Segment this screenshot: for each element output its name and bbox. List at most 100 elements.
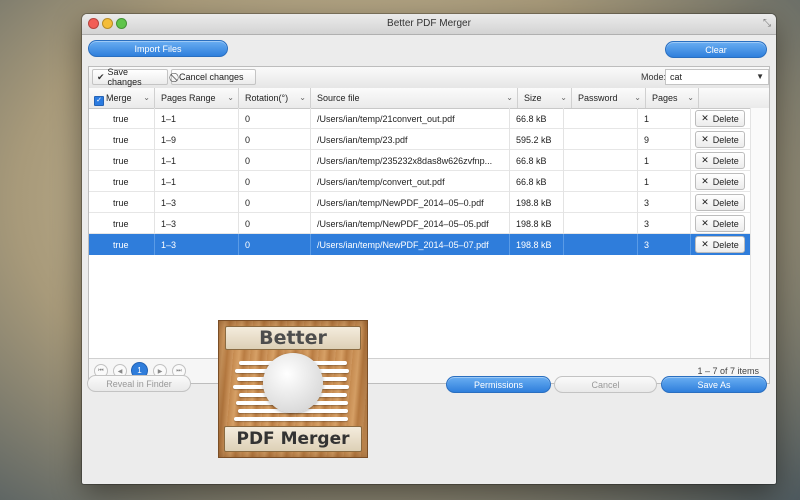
delete-row-button[interactable]: ✕ Delete xyxy=(695,173,745,190)
password-cell[interactable] xyxy=(564,234,638,255)
column-menu-icon[interactable]: ⌄ xyxy=(227,93,234,102)
column-label: Pages xyxy=(652,93,678,103)
close-icon: ✕ xyxy=(701,218,709,228)
grid-toolbar: ✔ Save changes ⃠ Cancel changes Mode: ca… xyxy=(89,67,769,89)
close-icon: ✕ xyxy=(701,113,709,123)
mode-select[interactable]: cat ▼ xyxy=(665,69,769,85)
password-cell[interactable] xyxy=(564,213,638,234)
pages-range-cell[interactable]: 1–1 xyxy=(155,108,239,129)
pages-cell: 1 xyxy=(638,108,691,129)
source-file-cell: /Users/ian/temp/235232x8das8w626zvfnp... xyxy=(311,150,510,171)
permissions-button[interactable]: Permissions xyxy=(446,376,551,393)
rotation-cell[interactable]: 0 xyxy=(239,108,311,129)
table-row[interactable]: true 1–1 0 /Users/ian/temp/21convert_out… xyxy=(89,108,751,129)
table-row[interactable]: true 1–1 0 /Users/ian/temp/convert_out.p… xyxy=(89,171,751,192)
merge-cell[interactable]: true xyxy=(89,171,155,192)
pages-cell: 3 xyxy=(638,213,691,234)
delete-row-button[interactable]: ✕ Delete xyxy=(695,110,745,127)
cancel-changes-button[interactable]: ⃠ Cancel changes xyxy=(171,69,256,85)
pages-range-cell[interactable]: 1–1 xyxy=(155,150,239,171)
cancel-button[interactable]: Cancel xyxy=(554,376,657,393)
checkmark-icon: ✔ xyxy=(97,71,105,82)
password-cell[interactable] xyxy=(564,129,638,150)
column-menu-icon[interactable]: ⌄ xyxy=(299,93,306,102)
rotation-cell[interactable]: 0 xyxy=(239,171,311,192)
column-header-rotation[interactable]: Rotation(°) ⌄ xyxy=(239,88,311,108)
import-files-button[interactable]: Import Files xyxy=(88,40,228,57)
merge-cell[interactable]: true xyxy=(89,129,155,150)
column-label: Merge xyxy=(106,93,132,103)
merge-cell[interactable]: true xyxy=(89,213,155,234)
pages-range-cell[interactable]: 1–3 xyxy=(155,213,239,234)
column-label: Size xyxy=(524,93,542,103)
source-file-cell: /Users/ian/temp/NewPDF_2014–05–05.pdf xyxy=(311,213,510,234)
column-menu-icon[interactable]: ⌄ xyxy=(560,93,567,102)
rotation-cell[interactable]: 0 xyxy=(239,129,311,150)
logo-disc-icon xyxy=(263,353,323,413)
save-as-button[interactable]: Save As xyxy=(661,376,767,393)
logo-top-label: Better xyxy=(225,326,361,350)
column-header-pages[interactable]: Pages ⌄ xyxy=(646,88,699,108)
table-row[interactable]: true 1–3 0 /Users/ian/temp/NewPDF_2014–0… xyxy=(89,213,751,234)
pages-cell: 3 xyxy=(638,234,691,255)
column-menu-icon[interactable]: ⌄ xyxy=(506,93,513,102)
delete-row-button[interactable]: ✕ Delete xyxy=(695,194,745,211)
save-changes-button[interactable]: ✔ Save changes xyxy=(92,67,168,87)
column-header-pages-range[interactable]: Pages Range ⌄ xyxy=(155,88,239,108)
rotation-cell[interactable]: 0 xyxy=(239,150,311,171)
column-header-source-file[interactable]: Source file ⌄ xyxy=(311,88,518,108)
cancel-changes-label: Cancel changes xyxy=(179,72,244,82)
window-title: Better PDF Merger xyxy=(387,18,471,29)
reveal-in-finder-button[interactable]: Reveal in Finder xyxy=(87,375,191,392)
pages-cell: 9 xyxy=(638,129,691,150)
column-menu-icon[interactable]: ⌄ xyxy=(143,93,150,102)
password-cell[interactable] xyxy=(564,108,638,129)
password-cell[interactable] xyxy=(564,192,638,213)
password-cell[interactable] xyxy=(564,150,638,171)
clear-button[interactable]: Clear xyxy=(665,41,767,58)
size-cell: 198.8 kB xyxy=(510,234,564,255)
pages-range-cell[interactable]: 1–9 xyxy=(155,129,239,150)
rotation-cell[interactable]: 0 xyxy=(239,213,311,234)
column-header-merge[interactable]: ✓ Merge ⌄ xyxy=(89,88,155,108)
delete-label: Delete xyxy=(712,239,739,250)
pages-cell: 1 xyxy=(638,171,691,192)
merge-cell[interactable]: true xyxy=(89,150,155,171)
delete-row-button[interactable]: ✕ Delete xyxy=(695,152,745,169)
logo-bottom-label: PDF Merger xyxy=(224,426,362,452)
delete-row-button[interactable]: ✕ Delete xyxy=(695,215,745,232)
title-bar[interactable]: Better PDF Merger ⤡ xyxy=(82,14,776,35)
column-menu-icon[interactable]: ⌄ xyxy=(634,93,641,102)
delete-row-button[interactable]: ✕ Delete xyxy=(695,236,745,253)
source-file-cell: /Users/ian/temp/NewPDF_2014–05–0.pdf xyxy=(311,192,510,213)
close-icon: ✕ xyxy=(701,176,709,186)
fullscreen-icon[interactable]: ⤡ xyxy=(763,18,771,29)
column-label: Pages Range xyxy=(161,93,216,103)
delete-row-button[interactable]: ✕ Delete xyxy=(695,131,745,148)
pages-range-cell[interactable]: 1–3 xyxy=(155,192,239,213)
pages-cell: 1 xyxy=(638,150,691,171)
pages-range-cell[interactable]: 1–3 xyxy=(155,234,239,255)
table-row-selected[interactable]: true 1–3 0 /Users/ian/temp/NewPDF_2014–0… xyxy=(89,234,751,255)
merge-cell[interactable]: true xyxy=(89,108,155,129)
column-header-size[interactable]: Size ⌄ xyxy=(518,88,572,108)
table-row[interactable]: true 1–1 0 /Users/ian/temp/235232x8das8w… xyxy=(89,150,751,171)
table-row[interactable]: true 1–9 0 /Users/ian/temp/23.pdf 595.2 … xyxy=(89,129,751,150)
vertical-scrollbar[interactable] xyxy=(750,108,769,359)
password-cell[interactable] xyxy=(564,171,638,192)
select-all-checkbox[interactable]: ✓ xyxy=(94,96,104,106)
source-file-cell: /Users/ian/temp/convert_out.pdf xyxy=(311,171,510,192)
source-file-cell: /Users/ian/temp/23.pdf xyxy=(311,129,510,150)
rotation-cell[interactable]: 0 xyxy=(239,192,311,213)
mode-label: Mode: xyxy=(641,72,667,82)
column-menu-icon[interactable]: ⌄ xyxy=(687,93,694,102)
merge-cell[interactable]: true xyxy=(89,192,155,213)
table-row[interactable]: true 1–3 0 /Users/ian/temp/NewPDF_2014–0… xyxy=(89,192,751,213)
column-header-password[interactable]: Password ⌄ xyxy=(572,88,646,108)
delete-label: Delete xyxy=(712,197,739,208)
paper-sheet xyxy=(234,417,348,421)
merge-cell[interactable]: true xyxy=(89,234,155,255)
pages-range-cell[interactable]: 1–1 xyxy=(155,171,239,192)
size-cell: 66.8 kB xyxy=(510,150,564,171)
rotation-cell[interactable]: 0 xyxy=(239,234,311,255)
